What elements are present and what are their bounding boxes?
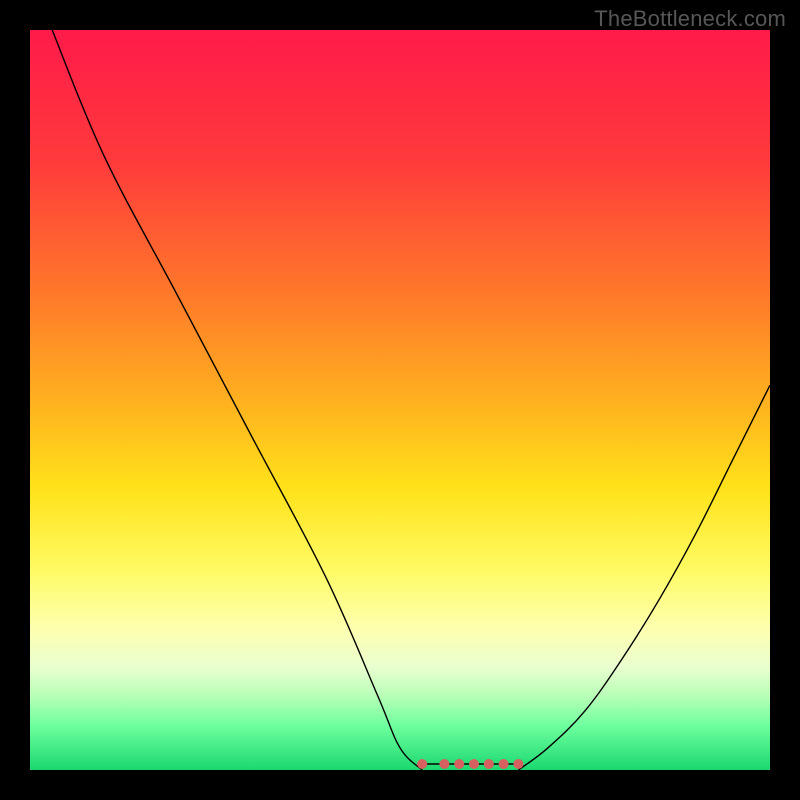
plot-background bbox=[30, 30, 770, 770]
chart-container: TheBottleneck.com bbox=[0, 0, 800, 800]
watermark-text: TheBottleneck.com bbox=[594, 6, 786, 32]
